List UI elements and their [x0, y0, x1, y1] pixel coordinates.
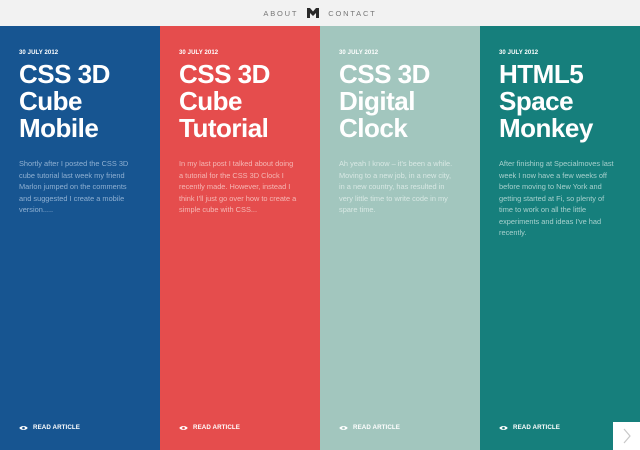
read-article-label: READ ARTICLE	[193, 424, 241, 431]
article-title[interactable]: CSS 3D Digital Clock	[339, 61, 462, 142]
article-card-2[interactable]: 30 JULY 2012 CSS 3D Cube Tutorial In my …	[160, 26, 320, 450]
article-date: 30 JULY 2012	[499, 50, 539, 56]
article-card-1[interactable]: 30 JULY 2012 CSS 3D Cube Mobile Shortly …	[0, 26, 160, 450]
read-article-link[interactable]: READ ARTICLE	[499, 424, 560, 431]
eye-icon	[19, 425, 28, 430]
top-navigation: ABOUT CONTACT	[0, 0, 640, 26]
article-title[interactable]: HTML5 Space Monkey	[499, 61, 622, 142]
article-title[interactable]: CSS 3D Cube Mobile	[19, 61, 142, 142]
article-excerpt: Ah yeah I know – it's been a while. Movi…	[339, 159, 453, 214]
chevron-right-icon	[623, 428, 631, 444]
read-article-link[interactable]: READ ARTICLE	[19, 424, 80, 431]
nav-contact-link[interactable]: CONTACT	[328, 9, 376, 18]
eye-icon	[339, 425, 348, 430]
article-date: 30 JULY 2012	[339, 50, 379, 56]
article-date: 30 JULY 2012	[19, 50, 59, 56]
article-card-4[interactable]: 30 JULY 2012 HTML5 Space Monkey After fi…	[480, 26, 640, 450]
read-article-label: READ ARTICLE	[33, 424, 81, 431]
read-article-link[interactable]: READ ARTICLE	[179, 424, 240, 431]
article-title[interactable]: CSS 3D Cube Tutorial	[179, 61, 302, 142]
eye-icon	[499, 425, 508, 430]
nav-about-link[interactable]: ABOUT	[263, 9, 298, 18]
article-date: 30 JULY 2012	[179, 50, 219, 56]
article-card-3[interactable]: 30 JULY 2012 CSS 3D Digital Clock Ah yea…	[320, 26, 480, 450]
article-columns: 30 JULY 2012 CSS 3D Cube Mobile Shortly …	[0, 26, 640, 450]
read-article-label: READ ARTICLE	[513, 424, 561, 431]
monogram-logo-icon[interactable]	[306, 6, 320, 20]
eye-icon	[179, 425, 188, 430]
article-excerpt: In my last post I talked about doing a t…	[179, 159, 297, 214]
read-article-link[interactable]: READ ARTICLE	[339, 424, 400, 431]
read-article-label: READ ARTICLE	[353, 424, 401, 431]
next-page-button[interactable]	[613, 422, 640, 450]
article-excerpt: Shortly after I posted the CSS 3D cube t…	[19, 159, 129, 214]
article-excerpt: After finishing at Specialmoves last wee…	[499, 159, 614, 237]
